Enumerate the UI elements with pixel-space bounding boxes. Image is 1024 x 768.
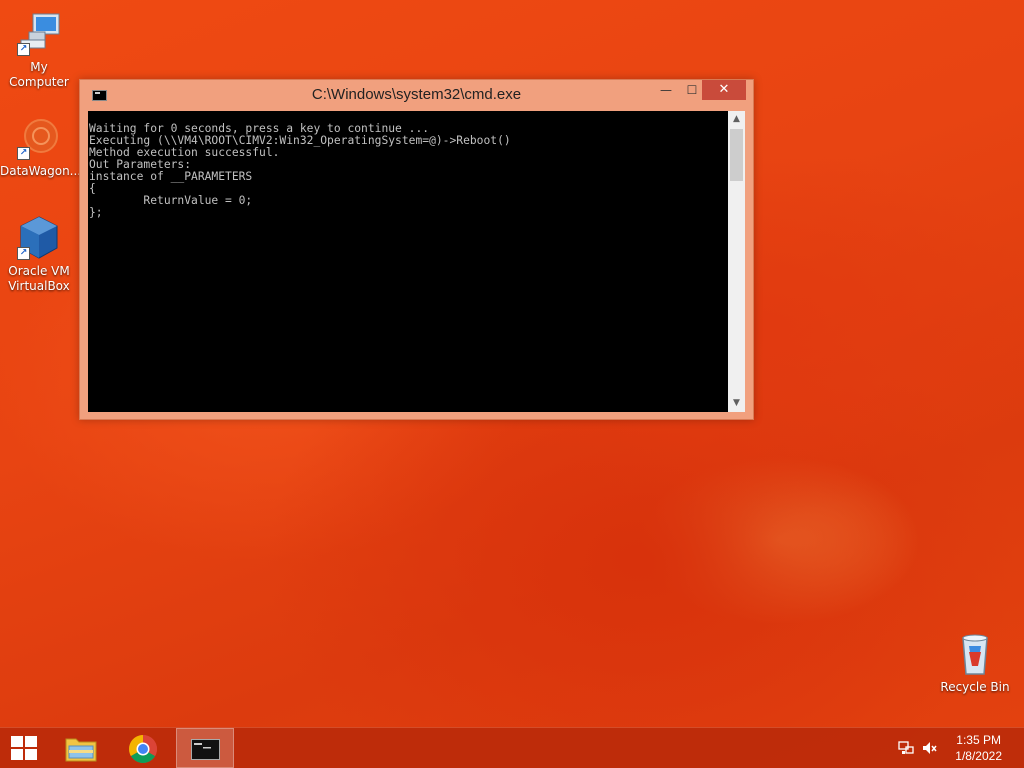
taskbar-cmd[interactable] [176,728,234,768]
taskbar: 1:35 PM 1/8/2022 [0,727,1024,768]
desktop-icon-virtualbox[interactable]: ↗ Oracle VM VirtualBox [0,214,78,294]
cmd-icon [191,739,220,760]
console-output[interactable]: Waiting for 0 seconds, press a key to co… [88,111,728,412]
virtualbox-icon: ↗ [15,214,63,262]
shortcut-arrow-icon: ↗ [17,247,30,260]
desktop-icon-label: My Computer [9,60,69,89]
clock-date: 1/8/2022 [955,749,1002,763]
windows-logo-icon [11,736,37,760]
taskbar-file-explorer[interactable] [52,728,110,768]
scroll-up-icon[interactable]: ▲ [728,111,745,128]
minimize-button[interactable]: — [652,80,680,100]
desktop-icon-label: Recycle Bin [940,680,1010,694]
cmd-window[interactable]: C:\Windows\system32\cmd.exe — ☐ ✕ Waitin… [79,79,754,420]
network-icon[interactable] [898,740,914,756]
taskbar-clock[interactable]: 1:35 PM 1/8/2022 [955,732,1002,764]
computer-icon: ↗ [15,10,63,58]
folder-icon [65,738,97,762]
shortcut-arrow-icon: ↗ [17,147,30,160]
title-bar[interactable]: C:\Windows\system32\cmd.exe — ☐ ✕ [80,80,753,110]
app-icon: ↗ [15,114,63,162]
close-button[interactable]: ✕ [702,80,746,100]
scroll-down-icon[interactable]: ▼ [728,395,745,412]
clock-time: 1:35 PM [956,733,1001,747]
desktop-icon-recycle-bin[interactable]: Recycle Bin [936,630,1014,695]
desktop-icon-label: Oracle VM VirtualBox [8,264,70,293]
recycle-bin-icon [951,630,999,678]
volume-muted-icon[interactable] [922,740,938,756]
vertical-scrollbar[interactable]: ▲ ▼ [728,111,745,412]
shortcut-arrow-icon: ↗ [17,43,30,56]
start-button[interactable] [0,728,48,768]
chrome-icon [129,735,157,763]
scroll-thumb[interactable] [730,129,743,181]
desktop-icon-label: DataWagon... [0,164,82,178]
taskbar-chrome[interactable] [114,728,172,768]
desktop-icon-my-computer[interactable]: ↗ My Computer [0,10,78,90]
desktop-icon-datawagon[interactable]: ↗ DataWagon... [0,114,82,179]
